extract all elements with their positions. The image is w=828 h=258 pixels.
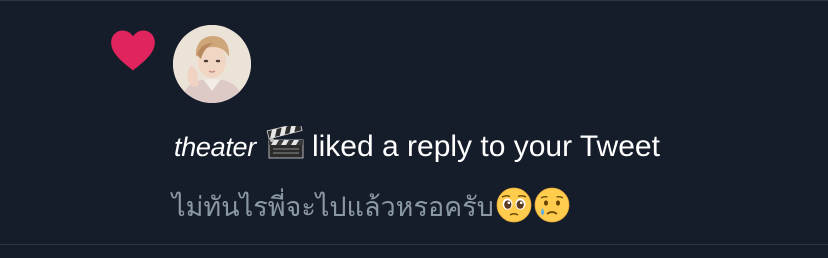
heart-icon [111,30,155,71]
action-text: liked a reply to your Tweet [311,130,660,163]
notification-headline: theater liked a reply to your Tweet [174,126,660,166]
crying-face-icon [534,187,570,223]
reply-preview: ไม่ทันไรพี่จะไปแล้วหรอครับ [172,186,570,230]
clapper-board-icon [266,126,304,159]
reply-text: ไม่ทันไรพี่จะไปแล้วหรอครับ [172,192,494,223]
user-name[interactable]: theater [174,132,256,162]
like-notification[interactable]: theater liked a reply to your Tweet ไม่ท… [0,0,828,244]
avatar-image [173,25,251,103]
bottom-divider [0,244,828,245]
pleading-face-icon [496,187,532,223]
user-avatar[interactable] [173,25,251,103]
